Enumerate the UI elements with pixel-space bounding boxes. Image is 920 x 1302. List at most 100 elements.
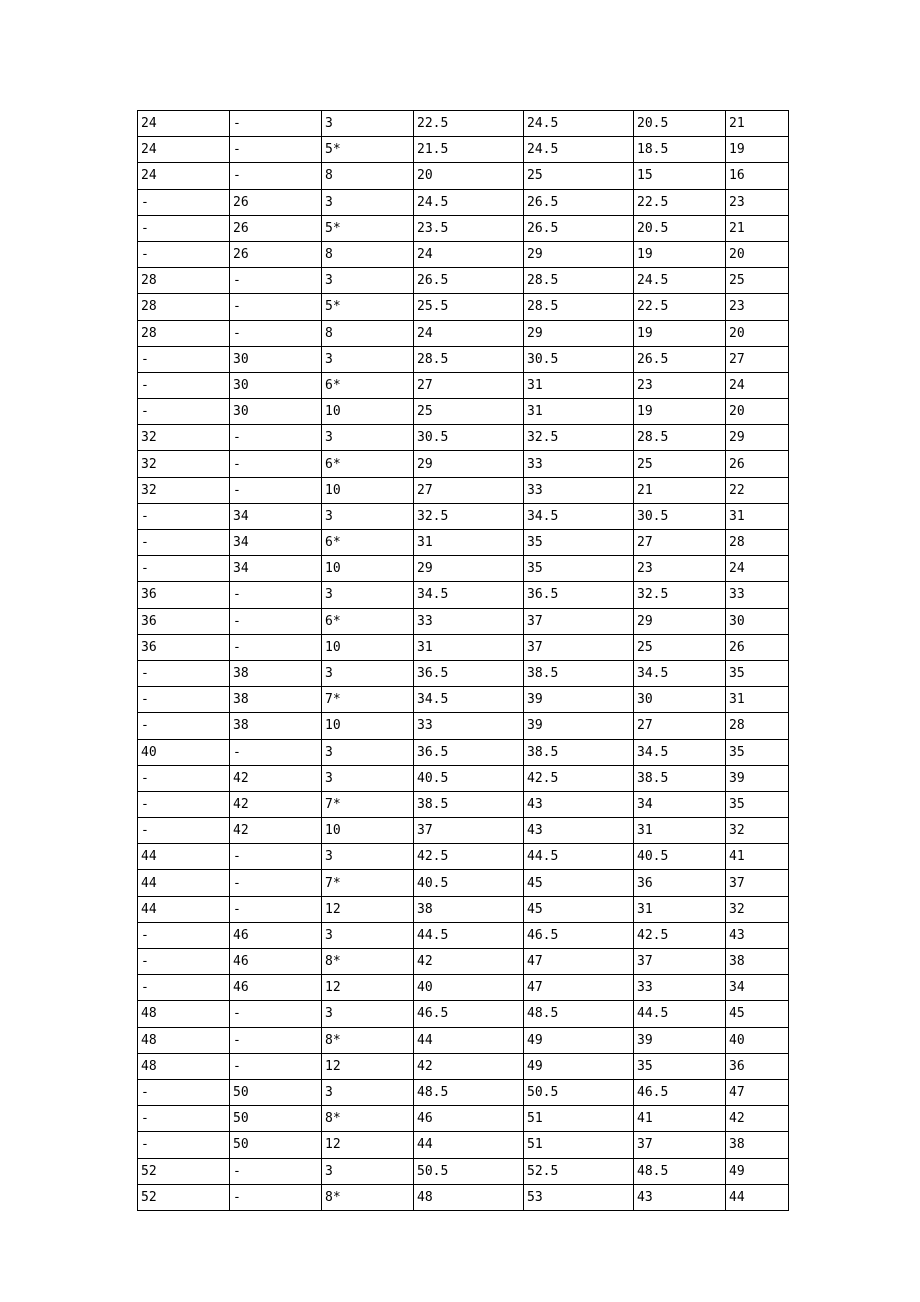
table-cell: 36 xyxy=(138,582,230,608)
table-cell: 22.5 xyxy=(414,111,524,137)
table-cell: 48.5 xyxy=(634,1158,726,1184)
table-cell: 44 xyxy=(138,870,230,896)
table-cell: 33 xyxy=(726,582,789,608)
table-cell: 38.5 xyxy=(634,765,726,791)
table-cell: 39 xyxy=(634,1027,726,1053)
table-cell: 3 xyxy=(322,425,414,451)
table-cell: 24 xyxy=(726,372,789,398)
table-row: 48-1242493536 xyxy=(138,1053,789,1079)
table-cell: 42 xyxy=(230,818,322,844)
table-row: -26824291920 xyxy=(138,241,789,267)
table-cell: 50.5 xyxy=(524,1079,634,1105)
table-cell: 3 xyxy=(322,268,414,294)
table-cell: 5* xyxy=(322,215,414,241)
table-cell: 5* xyxy=(322,294,414,320)
table-cell: 43 xyxy=(524,791,634,817)
table-cell: 49 xyxy=(726,1158,789,1184)
table-cell: 22.5 xyxy=(634,189,726,215)
table-cell: - xyxy=(138,530,230,556)
table-cell: 33 xyxy=(524,477,634,503)
table-cell: 48 xyxy=(138,1027,230,1053)
table-cell: 21 xyxy=(726,111,789,137)
table-cell: 50 xyxy=(230,1132,322,1158)
table-cell: 24.5 xyxy=(414,189,524,215)
table-cell: 30 xyxy=(726,608,789,634)
table-cell: 34 xyxy=(230,556,322,582)
table-cell: - xyxy=(230,320,322,346)
table-cell: 35 xyxy=(726,660,789,686)
table-cell: 28 xyxy=(726,530,789,556)
table-cell: - xyxy=(138,556,230,582)
table-cell: 27 xyxy=(726,346,789,372)
table-cell: 27 xyxy=(634,713,726,739)
table-cell: 38 xyxy=(726,1132,789,1158)
table-cell: - xyxy=(138,1106,230,1132)
table-cell: 12 xyxy=(322,1053,414,1079)
table-row: -301025311920 xyxy=(138,399,789,425)
table-cell: 32.5 xyxy=(524,425,634,451)
table-cell: - xyxy=(230,425,322,451)
table-cell: 29 xyxy=(524,241,634,267)
table-cell: - xyxy=(138,215,230,241)
table-cell: 22 xyxy=(726,477,789,503)
table-row: -346*31352728 xyxy=(138,530,789,556)
table-cell: 8* xyxy=(322,949,414,975)
table-cell: 3 xyxy=(322,582,414,608)
table-cell: - xyxy=(230,896,322,922)
table-row: 48-8*44493940 xyxy=(138,1027,789,1053)
table-cell: 20 xyxy=(726,320,789,346)
table-cell: 10 xyxy=(322,634,414,660)
table-cell: 48 xyxy=(138,1001,230,1027)
table-cell: 25 xyxy=(634,451,726,477)
table-cell: 34 xyxy=(230,503,322,529)
table-cell: 50 xyxy=(230,1106,322,1132)
table-row: -501244513738 xyxy=(138,1132,789,1158)
table-row: 36-1031372526 xyxy=(138,634,789,660)
table-cell: 36 xyxy=(634,870,726,896)
table-cell: - xyxy=(138,765,230,791)
table-row: 44-1238453132 xyxy=(138,896,789,922)
table-cell: 52 xyxy=(138,1158,230,1184)
table-row: 28-824291920 xyxy=(138,320,789,346)
table-cell: 6* xyxy=(322,451,414,477)
table-cell: 34.5 xyxy=(524,503,634,529)
table-cell: 36.5 xyxy=(414,739,524,765)
table-cell: 32 xyxy=(138,425,230,451)
table-cell: 42 xyxy=(230,765,322,791)
table-cell: 30 xyxy=(230,346,322,372)
table-cell: 44.5 xyxy=(634,1001,726,1027)
table-cell: 19 xyxy=(726,137,789,163)
table-cell: 29 xyxy=(524,320,634,346)
table-cell: 24 xyxy=(726,556,789,582)
table-row: 32-6*29332526 xyxy=(138,451,789,477)
table-cell: 45 xyxy=(726,1001,789,1027)
table-row: -341029352324 xyxy=(138,556,789,582)
table-cell: 3 xyxy=(322,111,414,137)
table-cell: 38 xyxy=(230,687,322,713)
table-cell: 32.5 xyxy=(634,582,726,608)
table-cell: - xyxy=(230,608,322,634)
table-cell: 28.5 xyxy=(634,425,726,451)
table-cell: 26 xyxy=(726,634,789,660)
table-cell: - xyxy=(138,713,230,739)
table-cell: 34.5 xyxy=(634,660,726,686)
table-cell: 41 xyxy=(726,844,789,870)
table-row: -461240473334 xyxy=(138,975,789,1001)
table-cell: 26.5 xyxy=(634,346,726,372)
table-row: 32-330.532.528.529 xyxy=(138,425,789,451)
table-cell: 6* xyxy=(322,372,414,398)
table-cell: 47 xyxy=(726,1079,789,1105)
table-cell: - xyxy=(138,503,230,529)
table-cell: 24 xyxy=(138,111,230,137)
table-cell: 47 xyxy=(524,975,634,1001)
table-cell: 15 xyxy=(634,163,726,189)
table-cell: 20 xyxy=(414,163,524,189)
table-cell: 44 xyxy=(138,896,230,922)
table-cell: 47 xyxy=(524,949,634,975)
table-cell: - xyxy=(230,634,322,660)
table-cell: 44.5 xyxy=(414,922,524,948)
table-cell: 45 xyxy=(524,896,634,922)
table-cell: 20.5 xyxy=(634,111,726,137)
table-cell: 35 xyxy=(634,1053,726,1079)
table-cell: 52.5 xyxy=(524,1158,634,1184)
